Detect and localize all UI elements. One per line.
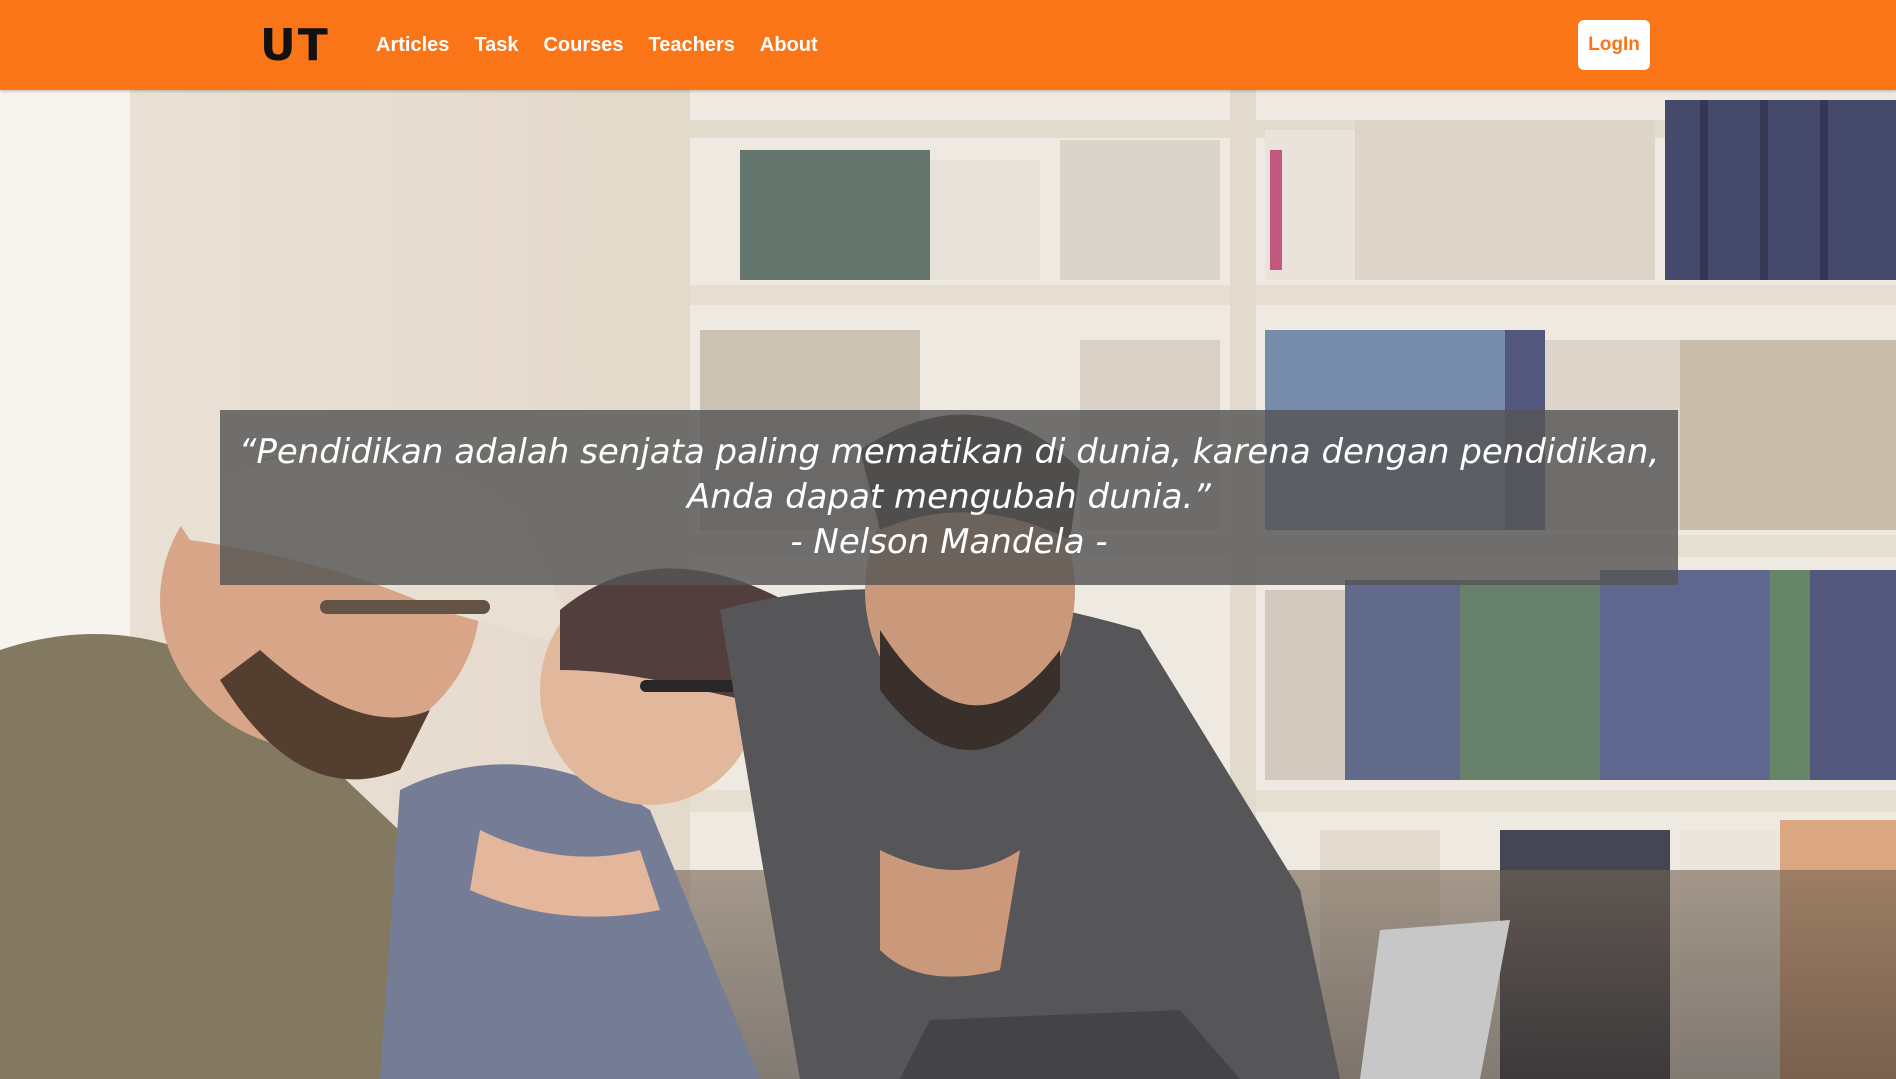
- quote-line-2: Anda dapat mengubah dunia.”: [687, 477, 1211, 517]
- brand-logo[interactable]: UT: [260, 22, 330, 70]
- quote-line-1: “Pendidikan adalah senjata paling memati…: [238, 432, 1660, 472]
- nav-articles[interactable]: Articles: [376, 34, 449, 57]
- nav-links: Articles Task Courses Teachers About: [376, 0, 843, 90]
- login-button[interactable]: LogIn: [1578, 20, 1650, 70]
- nav-courses[interactable]: Courses: [543, 34, 623, 57]
- hero-section: “Pendidikan adalah senjata paling memati…: [0, 90, 1896, 1079]
- nav-teachers[interactable]: Teachers: [649, 34, 735, 57]
- quote-box: “Pendidikan adalah senjata paling memati…: [220, 410, 1678, 585]
- nav-task[interactable]: Task: [474, 34, 518, 57]
- navbar: UT Articles Task Courses Teachers About …: [0, 0, 1896, 90]
- quote-author: - Nelson Mandela -: [790, 522, 1108, 562]
- nav-about[interactable]: About: [760, 34, 818, 57]
